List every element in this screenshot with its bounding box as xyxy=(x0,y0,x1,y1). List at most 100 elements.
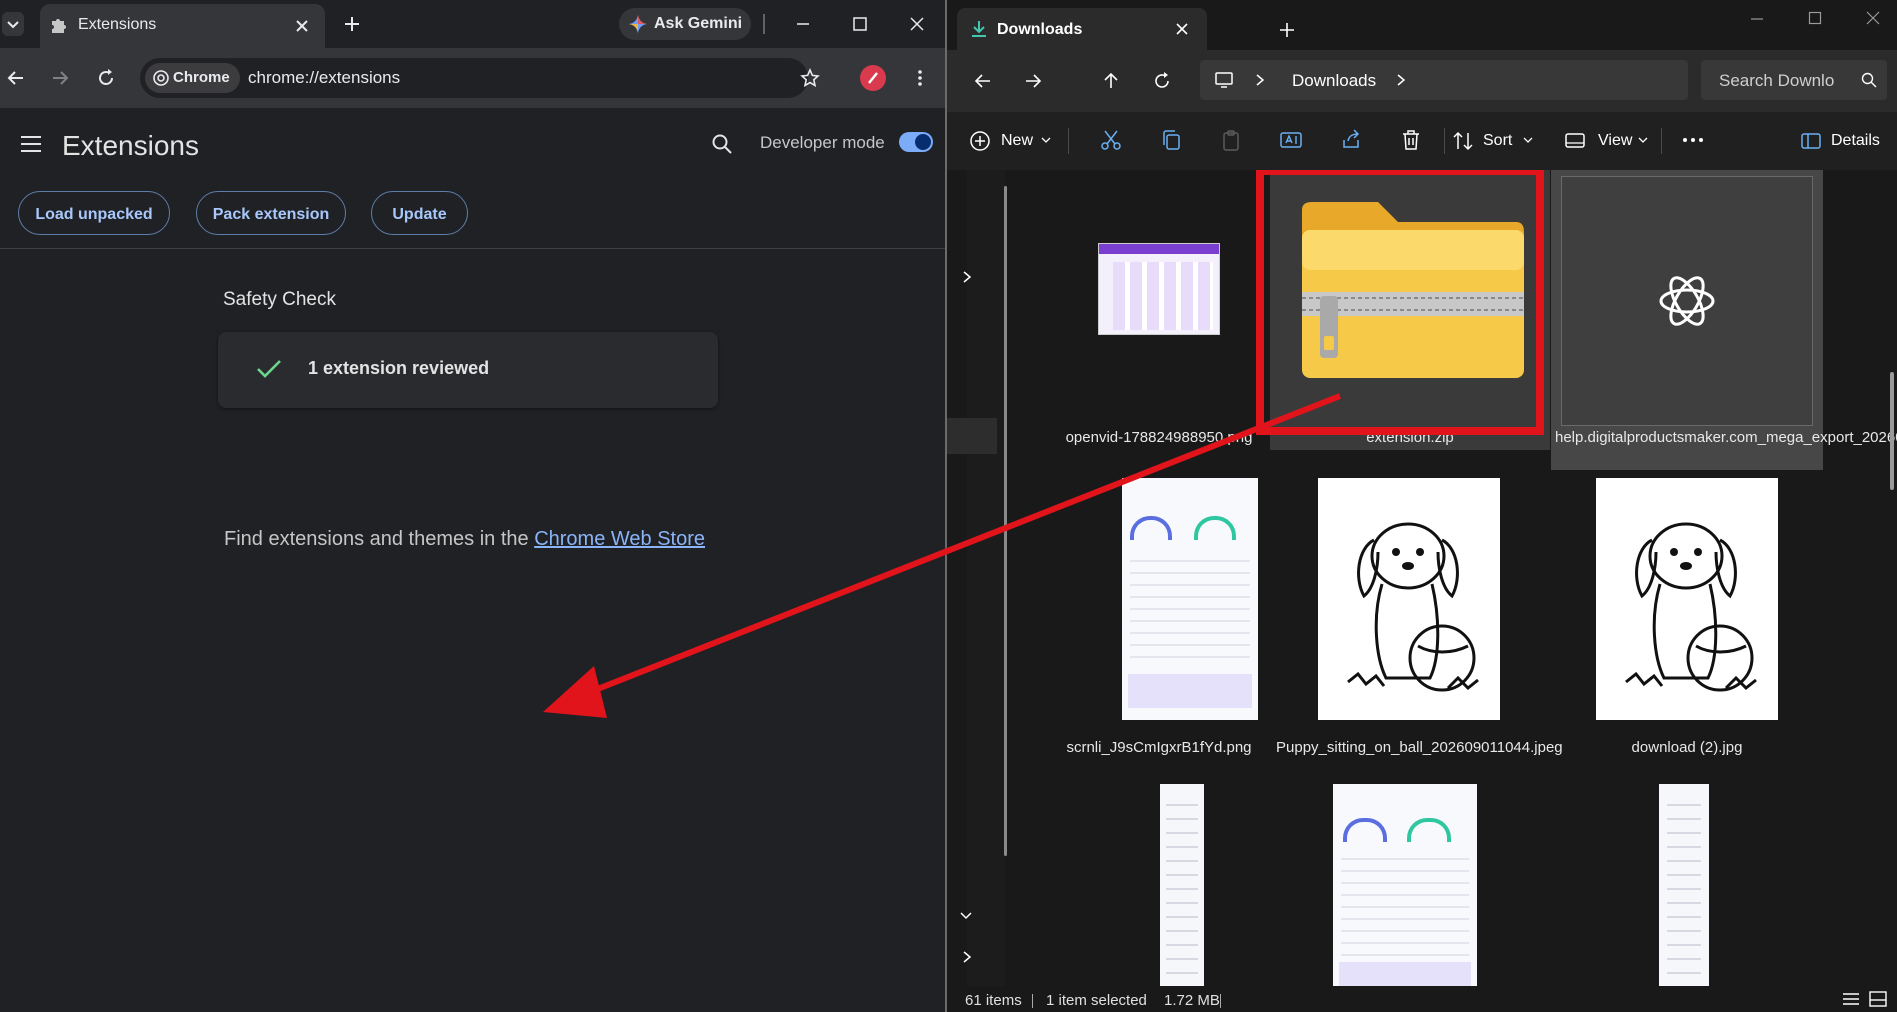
chevron-down-icon xyxy=(1638,137,1648,143)
file-tile-scrnli[interactable]: scrnli_J9sCmIgxrB1fYd.png xyxy=(1029,476,1289,766)
puzzle-icon xyxy=(52,19,66,33)
back-icon[interactable] xyxy=(973,71,993,91)
chevron-right-icon[interactable] xyxy=(961,270,973,284)
breadcrumb-downloads[interactable]: Downloads xyxy=(1292,71,1376,91)
site-chip[interactable]: Chrome xyxy=(145,63,240,93)
file-tile-puppy[interactable]: Puppy_sitting_on_ball_202609011044.jpeg xyxy=(1270,476,1563,766)
maximize-icon[interactable] xyxy=(1808,11,1822,25)
minimize-icon[interactable] xyxy=(795,16,811,32)
address-bar[interactable]: Downloads xyxy=(1200,60,1688,100)
item-count: 61 items xyxy=(965,992,1022,1009)
close-tab-icon[interactable] xyxy=(294,18,310,34)
screenshot-thumbnail xyxy=(1122,478,1258,720)
chevron-down-icon[interactable] xyxy=(959,910,973,922)
file-name: openvid-178824988950.png xyxy=(1065,429,1253,446)
chrome-web-store-link[interactable]: Chrome Web Store xyxy=(534,528,705,550)
tab-extensions[interactable]: Extensions xyxy=(40,4,325,48)
gemini-sparkle-icon xyxy=(629,15,647,33)
up-icon[interactable] xyxy=(1101,71,1121,91)
tall-screenshot-thumbnail[interactable] xyxy=(1659,784,1709,986)
chevron-right-icon[interactable] xyxy=(1254,73,1266,87)
close-window-icon[interactable] xyxy=(909,16,925,32)
chevron-right-icon[interactable] xyxy=(961,950,973,964)
chrome-menu-icon[interactable] xyxy=(910,68,930,88)
details-view-icon[interactable] xyxy=(1842,991,1860,1007)
chrome-logo-icon xyxy=(153,70,169,86)
safety-check-card[interactable]: 1 extension reviewed xyxy=(218,332,718,408)
close-tab-icon[interactable] xyxy=(1175,22,1189,36)
url-text[interactable]: chrome://extensions xyxy=(248,68,400,88)
new-button[interactable]: New xyxy=(969,112,1053,170)
selected-size: 1.72 MB xyxy=(1164,992,1220,1009)
forward-icon[interactable] xyxy=(50,68,70,88)
reload-icon[interactable] xyxy=(96,68,116,88)
view-icon xyxy=(1565,133,1585,148)
ask-gemini-label: Ask Gemini xyxy=(654,15,743,32)
plus-circle-icon xyxy=(970,131,990,151)
search-input[interactable]: Search Downlo xyxy=(1701,60,1887,100)
header-divider xyxy=(0,248,946,249)
file-explorer-window: Downloads Downloads Search Downlo New So… xyxy=(947,0,1897,1012)
chevron-down-icon xyxy=(1041,137,1051,143)
chevron-right-icon[interactable] xyxy=(1395,73,1407,87)
view-button[interactable]: View xyxy=(1564,112,1648,170)
bookmark-star-icon[interactable] xyxy=(800,68,820,88)
developer-mode-toggle[interactable] xyxy=(899,132,933,152)
share-icon[interactable] xyxy=(1339,128,1363,152)
file-name: help.digitalproductsmaker.com_mega_expor… xyxy=(1555,429,1897,446)
delete-icon[interactable] xyxy=(1399,128,1423,152)
details-button[interactable]: Details xyxy=(1800,112,1890,170)
back-icon[interactable] xyxy=(6,68,26,88)
tab-downloads[interactable]: Downloads xyxy=(957,8,1207,50)
close-window-icon[interactable] xyxy=(1866,11,1880,25)
puppy-thumbnail xyxy=(1318,478,1500,720)
nav-item-highlight[interactable] xyxy=(947,418,997,454)
tab-title: Downloads xyxy=(997,21,1083,38)
toggle-knob xyxy=(915,134,931,150)
dashboard-thumbnail[interactable] xyxy=(1333,784,1477,986)
file-name: download (2).jpg xyxy=(1631,739,1743,756)
tall-screenshot-thumbnail[interactable] xyxy=(1160,784,1204,986)
search-icon[interactable] xyxy=(711,133,733,155)
thumb-lines xyxy=(1667,804,1701,974)
forward-icon[interactable] xyxy=(1023,71,1043,91)
command-separator xyxy=(1068,128,1069,154)
file-tile-download-2[interactable]: download (2).jpg xyxy=(1551,476,1823,766)
paste-icon[interactable] xyxy=(1219,128,1243,152)
thumb-gauge xyxy=(1343,818,1387,842)
rename-icon[interactable] xyxy=(1279,128,1303,152)
profile-avatar[interactable] xyxy=(860,65,886,91)
tab-title: Extensions xyxy=(78,16,157,33)
maximize-icon[interactable] xyxy=(852,16,868,32)
update-button[interactable]: Update xyxy=(371,191,468,235)
load-unpacked-button[interactable]: Load unpacked xyxy=(18,191,170,235)
site-chip-label: Chrome xyxy=(173,69,230,86)
new-label: New xyxy=(1001,132,1034,149)
ask-gemini-button[interactable]: Ask Gemini xyxy=(619,8,751,40)
hamburger-menu-icon[interactable] xyxy=(20,134,42,154)
nav-pane-scrollbar[interactable] xyxy=(1004,186,1007,856)
copy-icon[interactable] xyxy=(1159,128,1183,152)
new-tab-icon[interactable] xyxy=(1279,22,1295,38)
search-placeholder: Search Downlo xyxy=(1719,71,1835,90)
sort-button[interactable]: Sort xyxy=(1452,112,1536,170)
file-tile-openvid[interactable]: openvid-178824988950.png xyxy=(1029,170,1289,460)
pack-extension-button[interactable]: Pack extension xyxy=(196,191,346,235)
chrome-toolbar: Chrome chrome://extensions xyxy=(0,48,946,108)
refresh-icon[interactable] xyxy=(1152,71,1172,91)
tabstrip-separator xyxy=(763,14,765,34)
cut-icon[interactable] xyxy=(1099,128,1123,152)
tab-search-icon[interactable] xyxy=(2,12,24,36)
file-grid-scrollbar[interactable] xyxy=(1890,372,1894,490)
tiles-view-icon[interactable] xyxy=(1869,991,1887,1007)
thumb-lines xyxy=(1341,856,1469,956)
explorer-navigation-bar: Downloads Search Downlo xyxy=(947,50,1897,112)
xlsx-preview xyxy=(1561,176,1813,426)
minimize-icon[interactable] xyxy=(1750,12,1764,26)
download-icon xyxy=(972,21,986,37)
omnibox[interactable]: Chrome chrome://extensions xyxy=(140,58,820,98)
more-options-icon[interactable] xyxy=(1681,128,1705,152)
file-tile-xlsx[interactable]: help.digitalproductsmaker.com_mega_expor… xyxy=(1551,170,1897,470)
new-tab-icon[interactable] xyxy=(343,15,361,33)
file-grid: openvid-178824988950.png extension.zip h… xyxy=(1019,170,1897,986)
